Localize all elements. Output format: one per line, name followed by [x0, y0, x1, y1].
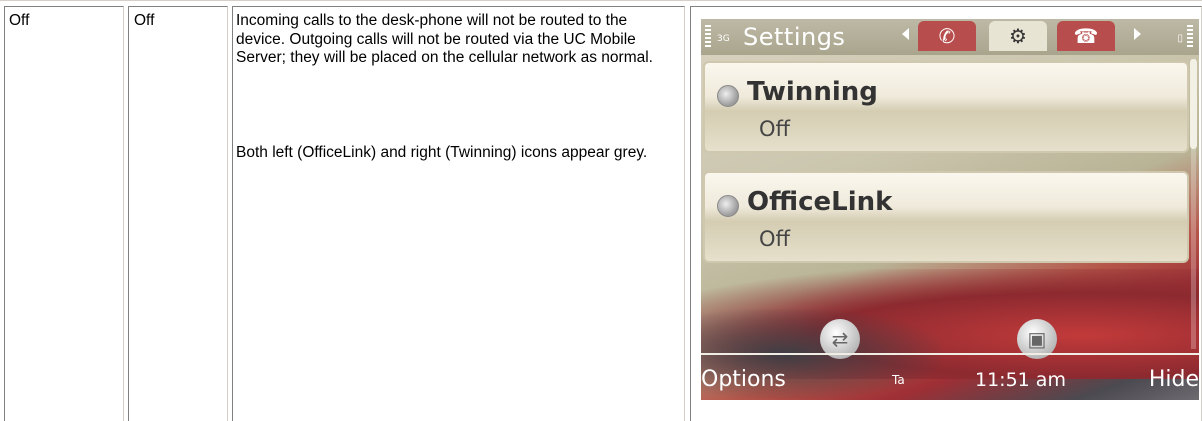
softkey-divider — [701, 353, 1199, 355]
list-item-officelink[interactable]: OfficeLink Off — [703, 171, 1189, 263]
signal-strength-icon — [705, 25, 711, 47]
tab-next-arrow-icon[interactable] — [1134, 28, 1141, 40]
list-item-twinning[interactable]: Twinning Off — [703, 61, 1189, 153]
cell-col2 — [128, 6, 228, 421]
officelink-value: Off — [759, 227, 790, 251]
tab-settings[interactable]: ⚙ — [989, 21, 1047, 51]
description-paragraph-2: Both left (OfficeLink) and right (Twinni… — [236, 144, 648, 161]
phone-screenshot: 3G Settings ✆ ⚙ ☎ ▯ Twinning Off OfficeL… — [701, 19, 1199, 400]
table-top-border — [0, 0, 1202, 1]
twinning-value: Off — [759, 117, 790, 141]
app-title: Settings — [743, 23, 846, 51]
network-type: 3G — [717, 34, 730, 44]
cell-col1 — [4, 6, 124, 421]
col1-text: Off — [9, 12, 30, 29]
hide-softkey[interactable]: Hide — [1149, 367, 1199, 392]
twinning-label: Twinning — [747, 77, 878, 107]
col2-text: Off — [134, 12, 155, 29]
options-softkey[interactable]: Options — [701, 367, 786, 392]
officelink-icon: ☎ — [1073, 25, 1099, 48]
tab-prev-arrow-icon[interactable] — [902, 28, 909, 40]
description-paragraph-1: Incoming calls to the desk-phone will no… — [236, 12, 653, 66]
cell-description — [232, 6, 685, 421]
clock: 11:51 am — [975, 369, 1066, 391]
twinning-status-icon — [717, 85, 739, 107]
input-mode-indicator: Ta — [892, 373, 905, 387]
phone-icon: ✆ — [938, 25, 956, 48]
tab-officelink[interactable]: ☎ — [1057, 21, 1115, 51]
softkey-bar: Options Ta 11:51 am Hide — [701, 365, 1199, 397]
settings-icon: ⚙ — [1009, 25, 1027, 48]
battery-glyph: ▯ — [1177, 33, 1183, 44]
scroll-thumb[interactable] — [1190, 59, 1197, 149]
status-bar: 3G Settings ✆ ⚙ ☎ ▯ — [701, 19, 1199, 55]
battery-level-icon — [1187, 25, 1193, 47]
officelink-label: OfficeLink — [747, 187, 893, 217]
officelink-status-icon — [717, 195, 739, 217]
tab-phone[interactable]: ✆ — [918, 21, 976, 51]
